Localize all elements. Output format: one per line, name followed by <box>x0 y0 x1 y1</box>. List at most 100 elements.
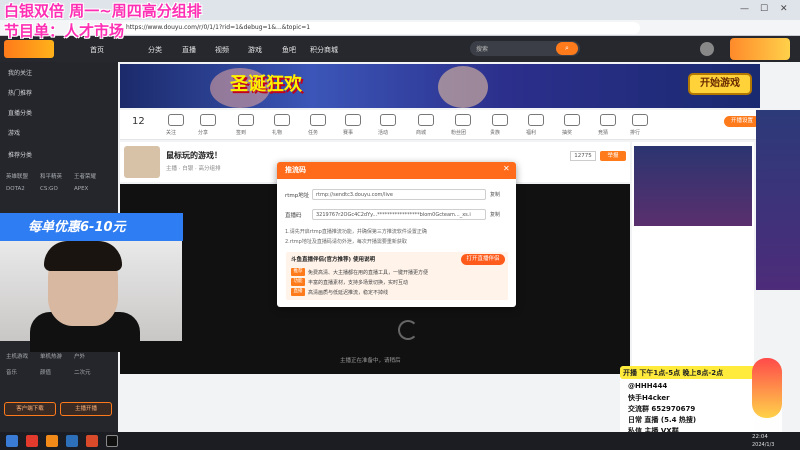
toolbar-label: 抽奖 <box>562 130 573 136</box>
maximize-icon[interactable]: ☐ <box>760 4 768 14</box>
sidebar-grid-item[interactable]: 音乐 <box>6 368 17 376</box>
header-game-ad[interactable] <box>730 38 790 60</box>
sidebar-item-games[interactable]: 游戏 <box>8 128 20 137</box>
search-icon[interactable]: ⌕ <box>556 42 578 55</box>
fans-icon[interactable] <box>455 114 471 126</box>
right-game-ad[interactable] <box>634 146 752 226</box>
task-icon[interactable] <box>310 114 326 126</box>
noble-icon[interactable] <box>492 114 508 126</box>
steam-icon[interactable] <box>66 435 78 447</box>
toolbar-label: 竞猜 <box>598 130 609 136</box>
welfare-icon[interactable] <box>528 114 544 126</box>
sidebar-item-follow[interactable]: 我的关注 <box>8 68 32 77</box>
toolbar-label: 关注 <box>166 130 177 136</box>
app-icon[interactable] <box>26 435 38 447</box>
schedule-header: 开播 下午1点-5点 晚上8点-2点 <box>623 369 724 377</box>
stream-key-field[interactable]: 3219767r2OGc4C2dYy...*****************bl… <box>312 209 486 220</box>
gift-icon[interactable] <box>274 114 290 126</box>
sidebar-grid-item[interactable]: 颜值 <box>40 368 51 376</box>
sidebar-grid-item[interactable]: 英雄联盟 <box>6 172 28 180</box>
date: 2024/1/3 <box>752 442 775 448</box>
sidebar-item-hot[interactable]: 热门推荐 <box>8 88 32 97</box>
rtmp-field[interactable]: rtmp://sendtc3.douyu.com/live <box>312 189 486 200</box>
sidebar-grid-item[interactable]: DOTA2 <box>6 186 25 192</box>
room-title: 鼠标玩的游戏！ <box>166 151 222 160</box>
toolbar-label: 排行 <box>630 130 641 136</box>
sidebar-grid-item[interactable]: 单机热游 <box>40 352 62 360</box>
shop-icon[interactable] <box>418 114 434 126</box>
nav-yuba[interactable]: 鱼吧 <box>282 45 296 55</box>
heart-icon[interactable] <box>168 114 184 126</box>
nav-games[interactable]: 游戏 <box>248 45 262 55</box>
room-subtitle: 主播 · 白银 · 高分组排 <box>166 166 221 172</box>
windows-start-icon[interactable] <box>6 435 18 447</box>
modal-note: 1.请先开启rtmp直播推流功能，并确保第三方推流软件设置正确 <box>285 229 427 235</box>
event-icon[interactable] <box>380 114 396 126</box>
trophy-icon[interactable] <box>345 114 361 126</box>
toolbar-label: 赛事 <box>343 130 354 136</box>
schedule-line: 快手H4cker <box>628 394 670 402</box>
sidebar-section-title: 推荐分类 <box>8 152 33 159</box>
close-icon[interactable]: ✕ <box>503 164 510 173</box>
tag: 推荐 <box>291 268 305 276</box>
start-game-button[interactable]: 开始游戏 <box>688 73 752 95</box>
sidebar-grid-item[interactable]: APEX <box>74 186 88 192</box>
copy-key-button[interactable]: 复制 <box>490 211 500 218</box>
modal-title: 推流码 <box>285 166 306 174</box>
game-banner[interactable] <box>120 64 760 108</box>
download-client-button[interactable]: 客户端下载 <box>4 402 56 416</box>
overlay-title: 白银双倍 周一~周四高分组排 <box>4 2 202 20</box>
url-field[interactable]: https://www.douyu.com/r/0/1/1?rid=1&debu… <box>120 22 640 34</box>
copy-rtmp-button[interactable]: 复制 <box>490 191 500 198</box>
side-game-ads[interactable] <box>756 110 800 290</box>
modal-note: 2.rtmp地址及直播码请勿外泄，每次开播需要重新获取 <box>285 239 407 245</box>
mascot-rocket-image <box>752 358 782 418</box>
live-settings-button[interactable]: 开播设置 <box>724 116 760 127</box>
nav-category[interactable]: 分类 <box>148 45 162 55</box>
sidebar-grid-item[interactable]: 二次元 <box>74 368 91 376</box>
fans-count: 12775 <box>570 151 596 161</box>
sidebar-item-category[interactable]: 直播分类 <box>8 108 32 117</box>
video-caption: 主播正在准备中，请稍后 <box>340 358 401 364</box>
toolbar-label: 贵族 <box>490 130 501 136</box>
sidebar-grid-item[interactable]: 主机游戏 <box>6 352 28 360</box>
nav-home[interactable]: 首页 <box>90 45 104 55</box>
report-button[interactable]: 举报 <box>600 151 626 161</box>
banner-character-image <box>438 66 488 108</box>
app-icon[interactable] <box>86 435 98 447</box>
toolbar-count: 12 <box>132 116 145 127</box>
toolbar-label: 分享 <box>198 130 209 136</box>
share-icon[interactable] <box>200 114 216 126</box>
sidebar-grid-item[interactable]: 王者荣耀 <box>74 172 96 180</box>
guess-icon[interactable] <box>600 114 616 126</box>
start-live-button[interactable]: 主播开播 <box>60 402 112 416</box>
nav-video[interactable]: 视频 <box>215 45 229 55</box>
rtmp-label: rtmp地址 <box>285 193 310 199</box>
promo-text: 每单优惠6-10元 <box>28 220 126 235</box>
sidebar-grid-item[interactable]: CS:GO <box>40 186 58 192</box>
sidebar-grid-item[interactable]: 户外 <box>74 352 85 360</box>
douyu-logo[interactable] <box>4 40 54 58</box>
tag: 功能 <box>291 278 305 286</box>
streamer-avatar[interactable] <box>124 146 160 178</box>
schedule-line: @HHH444 <box>628 382 668 390</box>
nav-live[interactable]: 直播 <box>182 45 196 55</box>
rank-icon[interactable] <box>632 114 648 126</box>
nav-shop[interactable]: 积分商城 <box>310 45 338 55</box>
tip-line: 高清画质与低延迟推流，稳定不掉线 <box>308 290 389 296</box>
modal-header <box>277 162 516 179</box>
tag: 直播 <box>291 288 305 296</box>
app-icon[interactable] <box>46 435 58 447</box>
sidebar-grid-item[interactable]: 和平精英 <box>40 172 62 180</box>
overlay-subtitle: 节目单：人才市场 <box>4 22 125 40</box>
avatar[interactable] <box>700 42 714 56</box>
toolbar-label: 礼物 <box>272 130 283 136</box>
toolbar-label: 活动 <box>378 130 389 136</box>
checkin-icon[interactable] <box>238 114 254 126</box>
clock: 22:04 <box>752 434 768 440</box>
obs-icon[interactable] <box>106 435 118 447</box>
open-companion-button[interactable]: 打开直播伴侣 <box>461 254 505 265</box>
lottery-icon[interactable] <box>564 114 580 126</box>
minimize-icon[interactable]: — <box>740 4 749 14</box>
close-icon[interactable]: ✕ <box>780 4 788 14</box>
